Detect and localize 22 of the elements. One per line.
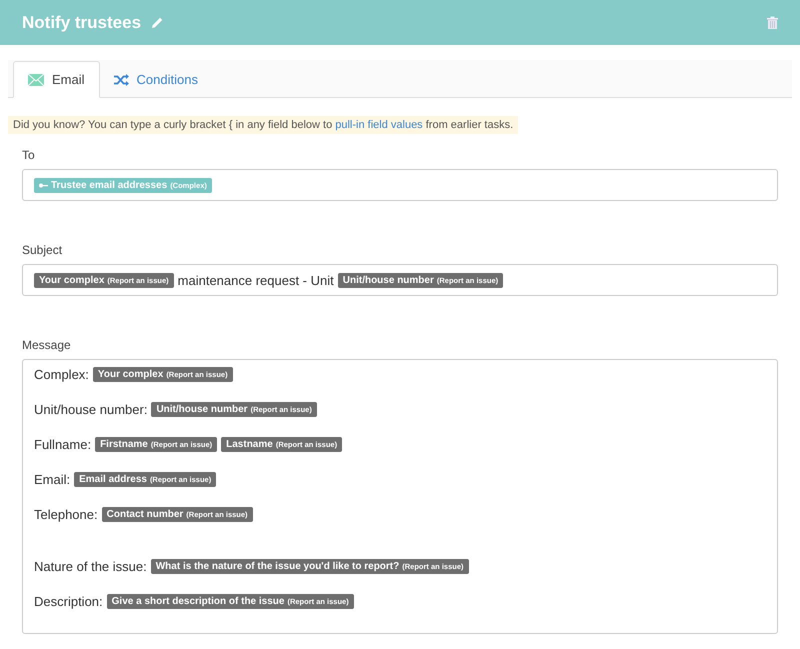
pull-in-link[interactable]: pull-in field values: [335, 119, 423, 131]
edit-icon[interactable]: [151, 16, 164, 29]
message-label: Message: [22, 338, 72, 352]
shuffle-icon: [114, 74, 129, 86]
tab[interactable]: Conditions: [100, 61, 212, 98]
task-title: Notify trustees: [22, 12, 142, 32]
message-line-label: Complex:: [34, 367, 89, 382]
message-line-label: Email:: [34, 472, 70, 487]
to-label: To: [22, 148, 36, 162]
tip-text: Did you know? You can type a curly bracket { in any field below to pull-in field values from earlier tasks.: [8, 116, 518, 134]
tab[interactable]: Email: [13, 61, 100, 98]
key-icon: [39, 182, 48, 188]
trash-icon[interactable]: [767, 16, 778, 29]
message-line-label: Nature of the issue:: [34, 559, 147, 574]
subject-label: Subject: [22, 243, 64, 257]
message-line-label: Unit/house number:: [34, 402, 148, 417]
message-line-label: Description:: [34, 594, 103, 609]
message-line-label: Telephone:: [34, 507, 98, 522]
message-field[interactable]: [22, 359, 778, 634]
envelope-icon: [28, 74, 44, 86]
subject-text: maintenance request - Unit: [178, 272, 334, 288]
message-line-label: Fullname:: [34, 437, 92, 452]
